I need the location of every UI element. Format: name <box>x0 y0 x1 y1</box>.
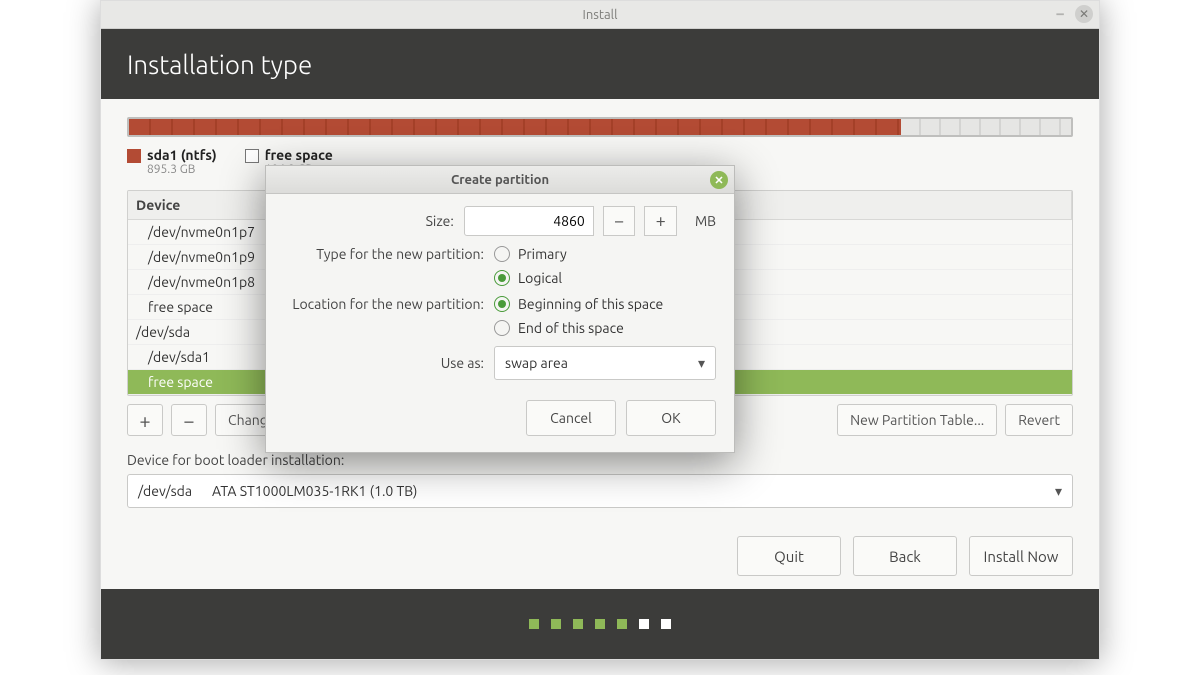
usage-segment-free <box>901 119 1071 135</box>
boot-device-desc: ATA ST1000LM035-1RK1 (1.0 TB) <box>212 483 417 499</box>
close-window-button[interactable]: ✕ <box>1075 5 1093 23</box>
wizard-nav: Quit Back Install Now <box>101 536 1099 576</box>
boot-device: /dev/sda <box>138 483 192 499</box>
radio-primary[interactable]: Primary <box>494 246 567 262</box>
install-now-button[interactable]: Install Now <box>969 536 1073 576</box>
radio-location-begin[interactable]: Beginning of this space <box>494 296 663 312</box>
add-partition-button[interactable]: + <box>127 404 163 436</box>
window-title: Install <box>583 8 618 22</box>
progress-dot <box>661 619 671 629</box>
radio-location-end[interactable]: End of this space <box>494 320 663 336</box>
legend-ntfs: sda1 (ntfs) 895.3 GB <box>127 147 217 176</box>
progress-dot <box>595 619 605 629</box>
dialog-close-button[interactable]: ✕ <box>710 171 728 189</box>
legend-ntfs-label: sda1 (ntfs) <box>147 147 217 163</box>
size-input[interactable] <box>464 206 594 236</box>
page-title: Installation type <box>127 50 312 79</box>
progress-dot <box>617 619 627 629</box>
remove-partition-button[interactable]: − <box>171 404 207 436</box>
partition-location-label: Location for the new partition: <box>284 296 484 312</box>
size-unit: MB <box>695 213 716 229</box>
boot-loader-select[interactable]: /dev/sda ATA ST1000LM035-1RK1 (1.0 TB) ▾ <box>127 474 1073 508</box>
radio-logical[interactable]: Logical <box>494 270 567 286</box>
page-header: Installation type <box>101 29 1099 99</box>
create-partition-dialog: Create partition ✕ Size: − + MB Type for… <box>265 165 735 453</box>
close-icon: ✕ <box>1079 7 1089 21</box>
usage-segment-ntfs <box>129 119 901 135</box>
size-increment-button[interactable]: + <box>644 206 677 236</box>
radio-end-label: End of this space <box>518 320 624 336</box>
back-button[interactable]: Back <box>853 536 957 576</box>
progress-dot <box>639 619 649 629</box>
radio-icon <box>494 270 510 286</box>
swatch-ntfs <box>127 149 141 163</box>
size-label: Size: <box>284 213 454 229</box>
progress-dot <box>529 619 539 629</box>
progress-footer <box>101 589 1099 659</box>
radio-icon <box>494 246 510 262</box>
swatch-free <box>245 149 259 163</box>
revert-button[interactable]: Revert <box>1005 404 1073 436</box>
radio-icon <box>494 296 510 312</box>
progress-dot <box>573 619 583 629</box>
useas-select[interactable]: swap area ▾ <box>494 346 716 380</box>
radio-icon <box>494 320 510 336</box>
progress-dot <box>551 619 561 629</box>
radio-begin-label: Beginning of this space <box>518 296 663 312</box>
window-titlebar: Install − ✕ <box>101 1 1099 29</box>
dialog-ok-button[interactable]: OK <box>626 400 716 436</box>
radio-logical-label: Logical <box>518 270 562 286</box>
useas-label: Use as: <box>284 355 484 371</box>
chevron-down-icon: ▾ <box>1055 483 1062 500</box>
useas-value: swap area <box>505 355 568 371</box>
legend-ntfs-size: 895.3 GB <box>147 163 217 176</box>
close-icon: ✕ <box>714 174 723 187</box>
radio-primary-label: Primary <box>518 246 567 262</box>
dialog-titlebar[interactable]: Create partition ✕ <box>266 166 734 194</box>
dialog-title: Create partition <box>451 173 549 187</box>
legend-free-label: free space <box>265 147 333 163</box>
new-partition-table-button[interactable]: New Partition Table... <box>837 404 997 436</box>
partition-type-label: Type for the new partition: <box>284 246 484 262</box>
minimize-button[interactable]: − <box>1051 5 1069 23</box>
chevron-down-icon: ▾ <box>698 355 705 372</box>
size-decrement-button[interactable]: − <box>603 206 636 236</box>
quit-button[interactable]: Quit <box>737 536 841 576</box>
dialog-cancel-button[interactable]: Cancel <box>526 400 616 436</box>
disk-usage-bar <box>127 117 1073 137</box>
boot-loader-label: Device for boot loader installation: <box>127 452 1073 468</box>
